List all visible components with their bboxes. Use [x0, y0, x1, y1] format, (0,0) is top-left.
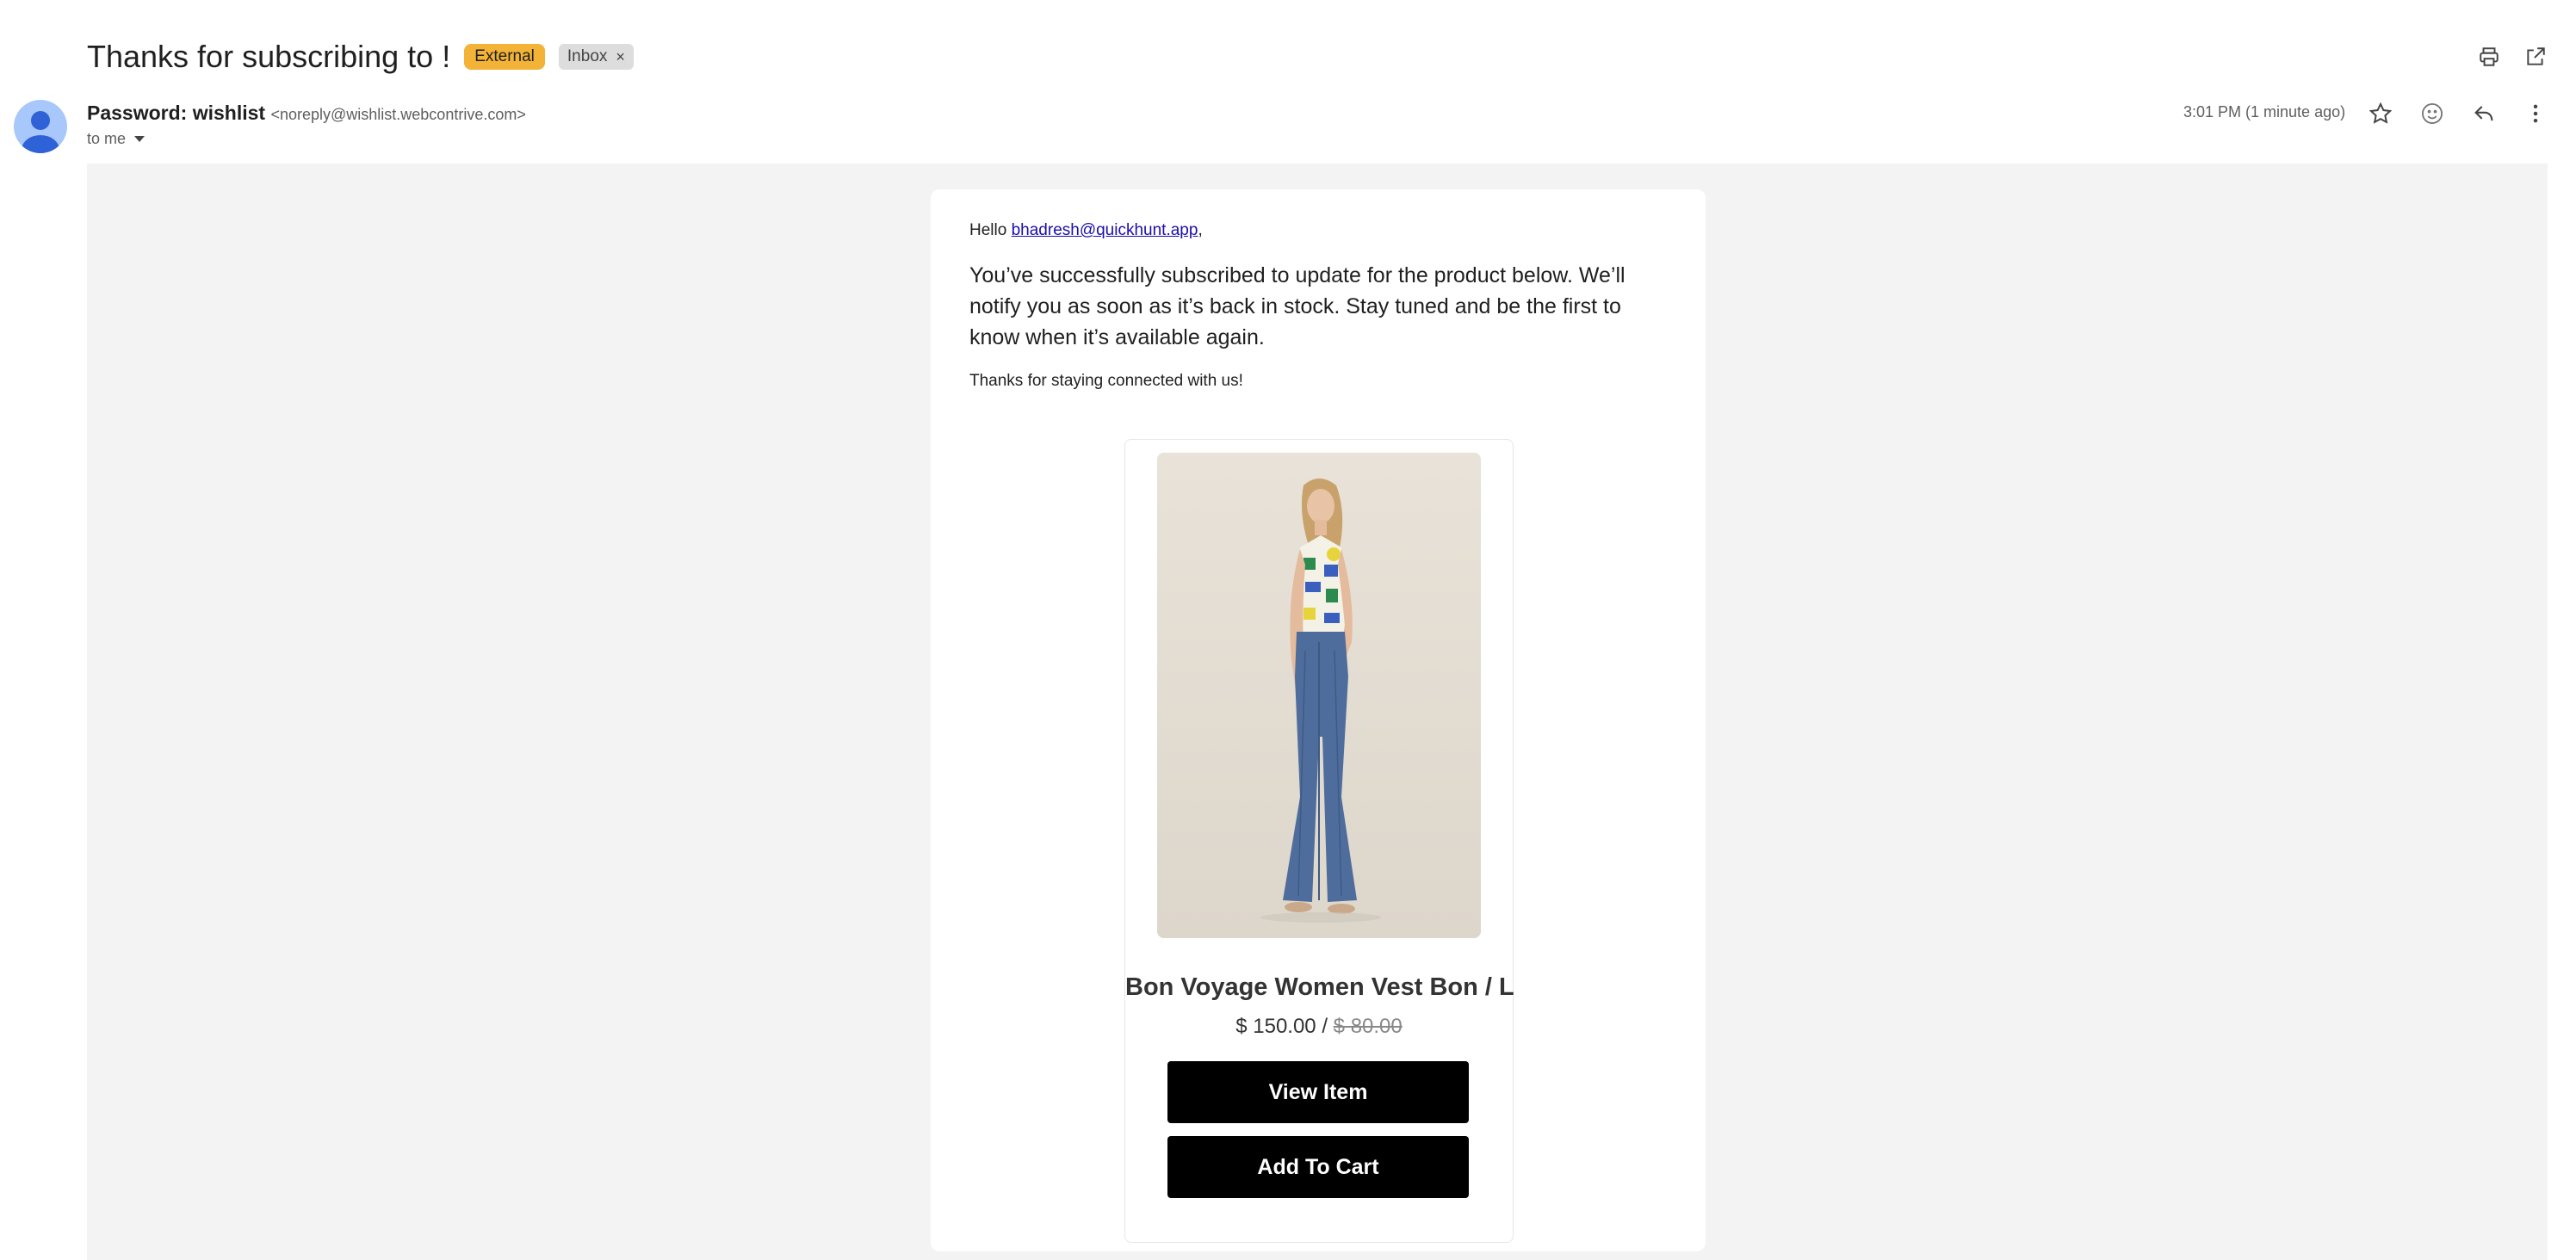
sender-email: <noreply@wishlist.webcontrive.com> [270, 106, 526, 123]
reply-icon[interactable] [2465, 95, 2503, 133]
greeting-text: Hello [969, 221, 1007, 239]
greeting-suffix: , [1198, 221, 1203, 239]
to-me-text: to me [87, 130, 127, 147]
sender-name: Password: wishlist [87, 102, 266, 124]
chevron-down-icon [134, 135, 146, 142]
thanks-text: Thanks for staying connected with us! [969, 372, 1243, 390]
subscription-message: You’ve successfully subscribed to update… [969, 263, 1625, 349]
email-subject-row: Thanks for subscribing to ! External Inb… [87, 34, 634, 79]
message-time: 3:01 PM (1 minute ago) [2183, 103, 2346, 120]
view-item-button[interactable]: View Item [1167, 1061, 1469, 1123]
star-icon[interactable] [2362, 95, 2400, 133]
avatar [14, 100, 67, 153]
remove-label-icon[interactable]: × [616, 48, 625, 66]
greeting: Hello bhadresh@quickhunt.app, [969, 221, 1203, 240]
emoji-icon[interactable] [2413, 95, 2451, 133]
label-inbox-text: Inbox [567, 47, 608, 65]
product-title: Bon Voyage Women Vest Bon / L [1125, 973, 1514, 1001]
recipient-email-link[interactable]: bhadresh@quickhunt.app [1012, 221, 1198, 239]
recipient-details-toggle[interactable]: to me [87, 130, 146, 148]
label-inbox[interactable]: Inbox × [558, 44, 634, 70]
email-subject: Thanks for subscribing to ! [87, 39, 451, 74]
print-icon[interactable] [2470, 38, 2508, 76]
product-image[interactable] [1157, 453, 1481, 938]
price-current: $ 150.00 [1235, 1015, 1316, 1038]
price-separator: / [1316, 1015, 1334, 1038]
sender: Password: wishlist <noreply@wishlist.web… [87, 102, 526, 125]
open-in-new-window-icon[interactable] [2517, 38, 2554, 76]
add-to-cart-button[interactable]: Add To Cart [1167, 1136, 1469, 1198]
label-external: External [464, 44, 545, 70]
product-price: $ 150.00 / $ 80.00 [1125, 1015, 1513, 1039]
more-vert-icon[interactable] [2517, 95, 2554, 133]
price-compare: $ 80.00 [1333, 1015, 1403, 1038]
